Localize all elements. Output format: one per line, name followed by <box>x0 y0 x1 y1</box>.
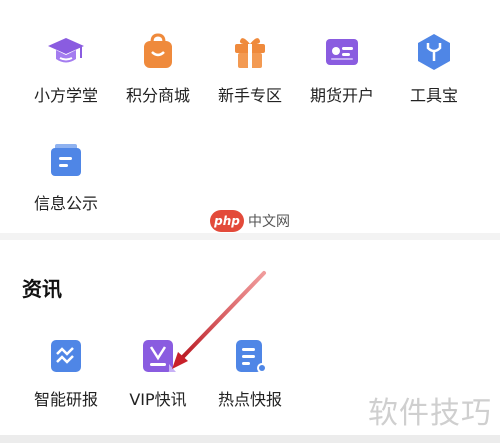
divider <box>0 435 500 443</box>
grid-item-newbie-zone[interactable]: 新手专区 <box>204 32 296 122</box>
section-title-news: 资讯 <box>22 277 62 301</box>
grid-item-smart-research[interactable]: 智能研报 <box>20 336 112 426</box>
toolbox-shield-icon <box>418 34 450 70</box>
hot-news-icon <box>236 340 267 373</box>
grid-item-label: 智能研报 <box>33 390 98 409</box>
grid-item-points-mall[interactable]: 积分商城 <box>112 32 204 122</box>
grid-item-label: 新手专区 <box>217 86 282 105</box>
php-logo: php <box>210 210 244 232</box>
grid-item-label: 积分商城 <box>125 86 190 105</box>
grid-item-hot-news[interactable]: 热点快报 <box>204 336 296 426</box>
php-watermark: php 中文网 <box>210 208 290 234</box>
grid-item-futures-account[interactable]: 期货开户 <box>296 32 388 122</box>
grid-item-label: VIP快讯 <box>129 390 187 409</box>
grid-item-label: 期货开户 <box>309 86 374 105</box>
shopping-bag-icon <box>144 33 172 68</box>
grid-item-label: 热点快报 <box>217 390 282 409</box>
id-card-icon <box>326 39 358 65</box>
notice-board-icon <box>51 144 81 176</box>
research-report-icon <box>51 340 81 372</box>
grid-item-info-disclosure[interactable]: 信息公示 <box>20 140 112 230</box>
graduation-cap-icon <box>48 38 84 63</box>
grid-item-vip-news[interactable]: VIP快讯 <box>112 336 204 426</box>
corner-watermark: 软件技巧 <box>368 396 492 431</box>
grid-item-xiaofang-academy[interactable]: 小方学堂 <box>20 32 112 122</box>
php-watermark-text: 中文网 <box>248 214 290 230</box>
grid-item-toolbox[interactable]: 工具宝 <box>388 32 480 122</box>
grid-item-label: 小方学堂 <box>33 86 98 105</box>
grid-item-label: 信息公示 <box>33 194 98 213</box>
grid-item-label: 工具宝 <box>409 86 458 105</box>
gift-box-icon <box>235 38 265 68</box>
vip-news-icon <box>143 340 176 372</box>
